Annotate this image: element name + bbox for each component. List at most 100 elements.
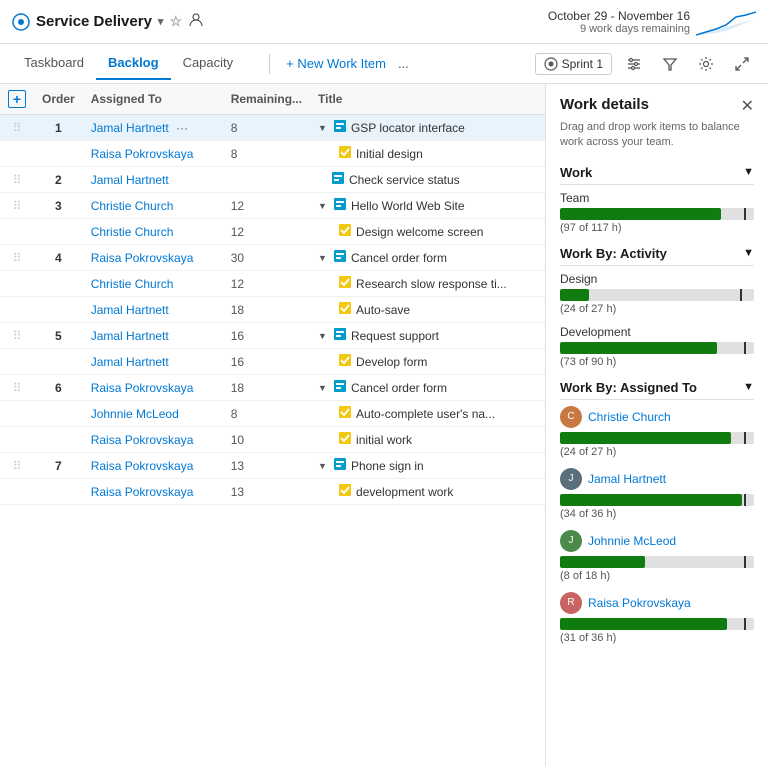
table-row[interactable]: ⠿ 5 Jamal Hartnett 16 ▼ Request support [0, 323, 545, 349]
table-row[interactable]: ⠿ 4 Raisa Pokrovskaya 30 ▼ Cancel order … [0, 245, 545, 271]
expand-button[interactable] [728, 50, 756, 78]
new-work-item-button[interactable]: + New Work Item [278, 52, 394, 75]
project-star[interactable]: ☆ [169, 13, 182, 30]
item-title[interactable]: Request support [351, 329, 439, 343]
nav-divider [269, 54, 270, 74]
project-name: Service Delivery [36, 13, 152, 30]
row-reorder-handle[interactable]: ⠿ [13, 199, 22, 213]
assigned-user-link[interactable]: Raisa Pokrovskaya [91, 433, 194, 447]
more-options-button[interactable]: ... [394, 56, 413, 71]
row-reorder-handle[interactable]: ⠿ [13, 329, 22, 343]
table-row[interactable]: ⠿ 2 Jamal Hartnett ▶ Check service statu… [0, 167, 545, 193]
expand-chevron[interactable]: ▼ [318, 383, 327, 393]
row-reorder-handle[interactable]: ⠿ [13, 381, 22, 395]
item-title[interactable]: Initial design [356, 147, 423, 161]
row-order-num [34, 219, 83, 245]
date-range-area: October 29 - November 16 9 work days rem… [548, 7, 756, 37]
expand-chevron[interactable]: ▼ [318, 461, 327, 471]
table-row[interactable]: Raisa Pokrovskaya 8 Initial design [0, 141, 545, 167]
assigned-user-link[interactable]: Christie Church [91, 199, 174, 213]
table-row[interactable]: ⠿ 1 Jamal Hartnett ··· 8 ▼ GSP locator i… [0, 115, 545, 141]
table-row[interactable]: ⠿ 7 Raisa Pokrovskaya 13 ▼ Phone sign in [0, 453, 545, 479]
item-title[interactable]: Auto-complete user's na... [356, 407, 495, 421]
item-number: 3 [55, 199, 62, 213]
table-row[interactable]: Jamal Hartnett 16 Develop form [0, 349, 545, 375]
work-by-assigned-chevron[interactable]: ▼ [743, 381, 754, 393]
table-row[interactable]: Christie Church 12 Research slow respons… [0, 271, 545, 297]
item-title[interactable]: Auto-save [356, 303, 410, 317]
table-row[interactable]: Christie Church 12 Design welcome screen [0, 219, 545, 245]
assigned-user-link[interactable]: Raisa Pokrovskaya [91, 251, 194, 265]
item-title[interactable]: Develop form [356, 355, 427, 369]
table-row[interactable]: Raisa Pokrovskaya 10 initial work [0, 427, 545, 453]
add-item-button[interactable]: + [8, 90, 26, 108]
assigned-user-link[interactable]: Jamal Hartnett [91, 121, 169, 135]
table-row[interactable]: Raisa Pokrovskaya 13 development work [0, 479, 545, 505]
sprint-selector[interactable]: Sprint 1 [535, 53, 612, 75]
assigned-user-link[interactable]: Christie Church [91, 277, 174, 291]
project-chevron[interactable]: ▾ [158, 15, 164, 28]
assigned-user-link[interactable]: Johnnie McLeod [91, 407, 179, 421]
row-reorder-handle[interactable]: ⠿ [13, 459, 22, 473]
expand-chevron[interactable]: ▼ [318, 253, 327, 263]
item-title[interactable]: development work [356, 485, 453, 499]
design-progress-marker [740, 289, 742, 301]
sprint-chart [696, 7, 756, 37]
row-reorder-handle[interactable]: ⠿ [13, 173, 22, 187]
row-reorder-handle[interactable]: ⠿ [13, 251, 22, 265]
tab-taskboard[interactable]: Taskboard [12, 47, 96, 80]
item-title[interactable]: Cancel order form [351, 381, 447, 395]
row-order-num: 7 [34, 453, 83, 479]
work-by-activity-chevron[interactable]: ▼ [743, 247, 754, 259]
development-progress-marker [744, 342, 746, 354]
item-title[interactable]: GSP locator interface [351, 121, 465, 135]
person-name[interactable]: Johnnie McLeod [588, 534, 676, 548]
table-row[interactable]: Jamal Hartnett 18 Auto-save [0, 297, 545, 323]
person-name[interactable]: Jamal Hartnett [588, 472, 666, 486]
row-remaining: 8 [223, 401, 310, 427]
person-name[interactable]: Raisa Pokrovskaya [588, 596, 691, 610]
tab-capacity[interactable]: Capacity [171, 47, 246, 80]
filter-button[interactable] [656, 50, 684, 78]
item-title[interactable]: Design welcome screen [356, 225, 483, 239]
assigned-user-link[interactable]: Jamal Hartnett [91, 355, 169, 369]
assigned-user-link[interactable]: Raisa Pokrovskaya [91, 485, 194, 499]
row-remaining: 10 [223, 427, 310, 453]
item-ellipsis-button[interactable]: ··· [172, 121, 192, 135]
expand-chevron[interactable]: ▼ [318, 201, 327, 211]
expand-chevron[interactable]: ▼ [318, 123, 327, 133]
assigned-user-link[interactable]: Jamal Hartnett [91, 329, 169, 343]
expand-chevron[interactable]: ▼ [318, 331, 327, 341]
item-title[interactable]: initial work [356, 433, 412, 447]
backlog-table: + Order Assigned To Remaining... Title ⠿… [0, 84, 545, 505]
col-header-remaining[interactable]: Remaining... [223, 84, 310, 115]
row-assigned: Raisa Pokrovskaya [83, 427, 223, 453]
item-title[interactable]: Hello World Web Site [351, 199, 465, 213]
assigned-user-link[interactable]: Jamal Hartnett [91, 173, 169, 187]
row-reorder-handle[interactable]: ⠿ [13, 121, 22, 135]
item-title[interactable]: Research slow response ti... [356, 277, 507, 291]
row-remaining: 30 [223, 245, 310, 271]
assigned-user-link[interactable]: Raisa Pokrovskaya [91, 381, 194, 395]
item-type-icon [338, 301, 352, 318]
settings-panel-button[interactable] [620, 50, 648, 78]
assigned-user-link[interactable]: Raisa Pokrovskaya [91, 147, 194, 161]
col-header-assigned[interactable]: Assigned To [83, 84, 223, 115]
table-row[interactable]: ⠿ 3 Christie Church 12 ▼ Hello World Web… [0, 193, 545, 219]
item-title[interactable]: Phone sign in [351, 459, 424, 473]
col-header-order-num: Order [34, 84, 83, 115]
assigned-user-link[interactable]: Jamal Hartnett [91, 303, 169, 317]
item-title[interactable]: Cancel order form [351, 251, 447, 265]
assigned-user-link[interactable]: Christie Church [91, 225, 174, 239]
item-title[interactable]: Check service status [349, 173, 460, 187]
assigned-user-link[interactable]: Raisa Pokrovskaya [91, 459, 194, 473]
person-name[interactable]: Christie Church [588, 410, 671, 424]
gear-button[interactable] [692, 50, 720, 78]
work-section-chevron[interactable]: ▼ [743, 166, 754, 178]
work-details-close-button[interactable]: ✕ [741, 96, 754, 116]
table-row[interactable]: ⠿ 6 Raisa Pokrovskaya 18 ▼ Cancel order … [0, 375, 545, 401]
row-remaining [223, 167, 310, 193]
table-row[interactable]: Johnnie McLeod 8 Auto-complete user's na… [0, 401, 545, 427]
project-person[interactable] [188, 12, 204, 32]
tab-backlog[interactable]: Backlog [96, 47, 171, 80]
